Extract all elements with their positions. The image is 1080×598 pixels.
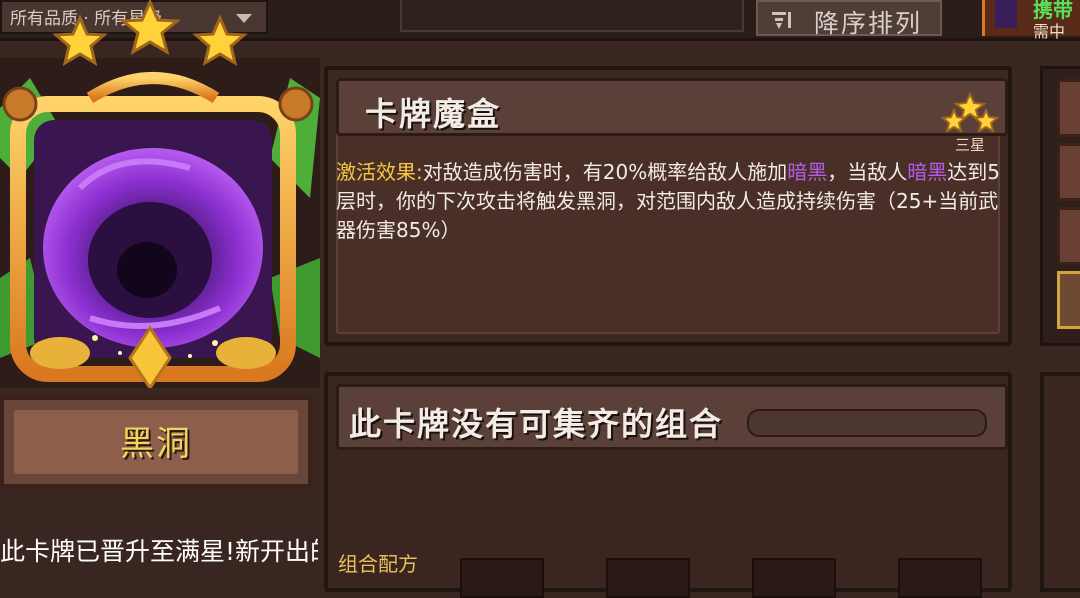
star-level-tabs	[1040, 66, 1080, 346]
card-star-rating-icon	[52, 0, 248, 67]
carry-sub-label: 需中	[1033, 22, 1066, 41]
combo-title-bar: 此卡牌没有可集齐的组合	[336, 384, 1008, 450]
card-effect-title-bar: 卡牌魔盒	[336, 78, 1008, 136]
tab-star-2[interactable]	[1057, 143, 1080, 201]
sort-button[interactable]: 降序排列	[756, 0, 942, 38]
star-icon	[940, 92, 1000, 134]
effect-keyword-darkness: 暗黑	[787, 160, 828, 184]
card-effect-title: 卡牌魔盒	[365, 95, 502, 133]
combo-slot[interactable]	[898, 558, 982, 598]
card-effect-panel: 卡牌魔盒 三星 激活效果:对敌造成伤害时，有20%概率给敌人施加暗黑，当敌人暗黑…	[324, 66, 1012, 346]
combo-slot[interactable]	[752, 558, 836, 598]
effect-text-1: 对敌造成伤害时，有20%概率给敌人施加	[422, 160, 788, 184]
combo-title: 此卡牌没有可集齐的组合	[349, 405, 724, 443]
combo-slot[interactable]	[606, 558, 690, 598]
side-lower-panel	[1040, 372, 1080, 592]
carry-card-thumb	[995, 0, 1017, 28]
effect-keyword-darkness-2: 暗黑	[907, 160, 948, 184]
top-center-frame	[400, 0, 744, 32]
effect-text-2: ，当敌人	[827, 160, 908, 184]
effect-prefix: 激活效果:	[336, 160, 423, 184]
combo-panel: 此卡牌没有可集齐的组合 组合配方	[324, 372, 1012, 598]
card-name: 黑洞	[120, 424, 192, 464]
card-name-plate: 黑洞	[0, 396, 312, 488]
card-effect-description: 激活效果:对敌造成伤害时，有20%概率给敌人施加暗黑，当敌人暗黑达到5层时，你的…	[336, 158, 1008, 245]
card-black-hole-art[interactable]	[0, 38, 320, 388]
combo-slot[interactable]	[460, 558, 544, 598]
three-star-badge: 三星	[940, 92, 1000, 154]
sort-button-label: 降序排列	[814, 9, 923, 38]
combo-progress-pill	[747, 409, 987, 437]
tab-star-1[interactable]	[1057, 79, 1080, 137]
tab-star-3[interactable]	[1057, 207, 1080, 265]
tab-star-4-selected[interactable]	[1057, 271, 1080, 329]
sort-descending-icon	[772, 12, 791, 29]
card-maxed-notice: 此卡牌已晋升至满星!新开出的对应碎片会转换	[0, 537, 318, 566]
carry-tab[interactable]: 携带 需中	[982, 0, 1080, 41]
combo-recipe-label: 组合配方	[338, 552, 418, 576]
star-level-label: 三星	[954, 136, 985, 154]
